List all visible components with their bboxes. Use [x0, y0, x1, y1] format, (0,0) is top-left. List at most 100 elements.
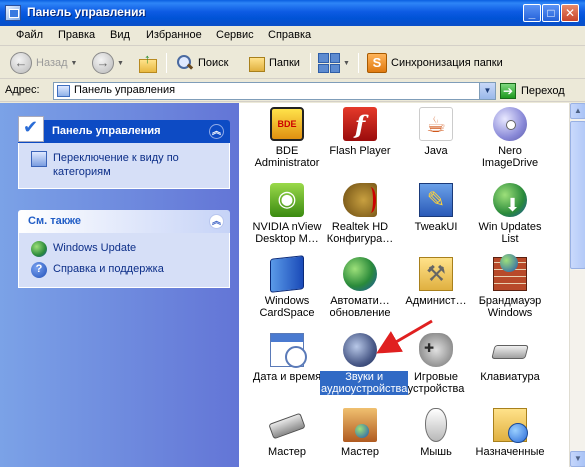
flash-player-item[interactable]: Flash Player — [320, 107, 400, 157]
vertical-scrollbar[interactable]: ▲ ▼ — [569, 103, 585, 467]
toolbar-separator — [166, 53, 167, 73]
views-button[interactable]: ▼ — [318, 51, 350, 75]
title-bar[interactable]: Панель управления _ □ ✕ — [0, 0, 585, 26]
item-label: Дата и время — [252, 371, 322, 383]
item-label: Win Updates List — [478, 221, 542, 245]
control-panel-panel-header[interactable]: Панель управления ︽ — [18, 116, 230, 143]
java-item[interactable]: Java — [396, 107, 476, 157]
scrollbar-thumb[interactable] — [570, 121, 585, 269]
control-panel-icon — [57, 85, 70, 97]
date-time-icon — [270, 333, 307, 368]
scheduled-tasks-icon — [493, 408, 528, 443]
task-pane: Панель управления ︽ Переключение к виду … — [0, 103, 239, 467]
tweakui-item[interactable]: TweakUI — [396, 183, 476, 233]
help-and-support-link[interactable]: ? Справка и поддержка — [31, 262, 219, 278]
collapse-icon[interactable]: ︽ — [209, 214, 224, 229]
date-time-item[interactable]: Дата и время — [247, 333, 327, 383]
chevron-down-icon[interactable]: ▼ — [479, 83, 495, 99]
item-label: Windows CardSpace — [259, 295, 315, 319]
wizard-item[interactable]: Мастер — [247, 408, 327, 458]
windows-cardspace-item[interactable]: Windows CardSpace — [247, 255, 327, 319]
windows-update-label: Windows Update — [53, 242, 137, 254]
search-label: Поиск — [198, 57, 229, 69]
menu-edit[interactable]: Правка — [58, 29, 95, 41]
up-button[interactable] — [138, 51, 158, 75]
collapse-icon[interactable]: ︽ — [209, 124, 224, 139]
maximize-button[interactable]: □ — [542, 4, 560, 22]
see-also-panel-body: Windows Update ? Справка и поддержка — [18, 233, 230, 288]
windows-update-link[interactable]: Windows Update — [31, 241, 219, 257]
chevron-down-icon[interactable]: ▼ — [71, 60, 78, 67]
windows-firewall-item[interactable]: Брандмауэр Windows — [470, 254, 550, 319]
menu-tools[interactable]: Сервис — [216, 29, 254, 41]
realtek-hd-icon — [343, 183, 377, 217]
keyboard-item[interactable]: Клавиатура — [470, 333, 550, 383]
scheduled-tasks-item[interactable]: Назначенные — [470, 408, 550, 458]
window-title: Панель управления — [27, 5, 146, 19]
nero-imagedrive-item[interactable]: Nero ImageDrive — [470, 107, 550, 169]
automatic-updates-item[interactable]: Автомати… обновление — [320, 257, 400, 319]
switch-view-label: Переключение к виду по категориям — [53, 152, 179, 178]
control-panel-check-icon — [18, 116, 44, 142]
sounds-audio-icon — [343, 333, 377, 367]
menu-file[interactable]: Файл — [16, 29, 43, 41]
search-button[interactable]: Поиск — [176, 51, 228, 75]
windows-cardspace-icon — [270, 255, 304, 293]
help-icon: ? — [31, 262, 47, 278]
game-controllers-icon — [419, 333, 453, 367]
back-button[interactable]: ← Назад ▼ — [10, 51, 77, 75]
menu-help[interactable]: Справка — [268, 29, 311, 41]
chevron-down-icon[interactable]: ▼ — [343, 60, 350, 67]
administrative-tools-item[interactable]: Админист… — [396, 257, 476, 307]
forward-button[interactable]: → ▼ — [92, 51, 124, 75]
mouse-icon — [425, 408, 447, 442]
game-controllers-item[interactable]: Игровые устройства — [396, 333, 476, 395]
menu-favorites[interactable]: Избранное — [146, 29, 202, 41]
panel-title: Панель управления — [52, 125, 161, 137]
sounds-audio-item[interactable]: Звуки и аудиоустройства — [320, 333, 409, 395]
sync-folder-button[interactable]: S Синхронизация папки — [367, 51, 503, 75]
go-label: Переход — [521, 85, 565, 97]
nvidia-nview-item[interactable]: NVIDIA nView Desktop M… — [247, 183, 327, 245]
switch-to-category-view-link[interactable]: Переключение к виду по категориям — [31, 151, 219, 179]
item-label: Админист… — [405, 295, 467, 307]
address-label: Адрес: — [5, 84, 40, 96]
control-panel-panel: Панель управления ︽ Переключение к виду … — [18, 116, 230, 189]
go-button[interactable]: ➔ Переход — [500, 82, 565, 100]
windows-firewall-icon — [493, 254, 527, 291]
scroll-up-arrow-icon[interactable]: ▲ — [570, 103, 585, 119]
panel-title: См. также — [28, 215, 81, 227]
search-icon — [176, 54, 194, 72]
item-label: Nero ImageDrive — [481, 145, 539, 169]
bde-administrator-item[interactable]: BDE Administrator — [247, 107, 327, 169]
control-panel-window: Панель управления _ □ ✕ Файл Правка Вид … — [0, 0, 585, 467]
menu-view[interactable]: Вид — [110, 29, 130, 41]
item-label: TweakUI — [414, 221, 458, 233]
tweakui-icon — [419, 183, 453, 217]
keyboard-icon — [491, 345, 529, 359]
close-button[interactable]: ✕ — [561, 4, 579, 22]
folders-button[interactable]: Папки — [247, 51, 300, 75]
see-also-panel-header[interactable]: См. также ︽ — [18, 210, 230, 233]
control-panel-panel-body: Переключение к виду по категориям — [18, 143, 230, 189]
item-label: BDE Administrator — [254, 145, 320, 169]
scroll-down-arrow-icon[interactable]: ▼ — [570, 451, 585, 467]
win-updates-list-item[interactable]: Win Updates List — [470, 183, 550, 245]
toolbar-separator — [310, 53, 311, 73]
folders-label: Папки — [269, 57, 300, 69]
chevron-down-icon[interactable]: ▼ — [117, 60, 124, 67]
item-label: Мышь — [420, 446, 452, 458]
item-label: Клавиатура — [480, 371, 540, 383]
mouse-item[interactable]: Мышь — [396, 408, 476, 458]
back-label: Назад — [36, 57, 68, 69]
address-input[interactable]: Панель управления ▼ — [53, 82, 496, 100]
administrative-tools-icon — [419, 257, 453, 291]
folder-up-icon — [138, 51, 158, 73]
network-wizard-item[interactable]: Мастер — [320, 408, 400, 458]
go-arrow-icon: ➔ — [500, 83, 516, 99]
bde-administrator-icon — [270, 107, 304, 141]
realtek-hd-item[interactable]: Realtek HD Конфигура… — [320, 183, 400, 245]
folders-icon — [247, 54, 265, 72]
minimize-button[interactable]: _ — [523, 4, 541, 22]
sync-label: Синхронизация папки — [391, 57, 503, 69]
